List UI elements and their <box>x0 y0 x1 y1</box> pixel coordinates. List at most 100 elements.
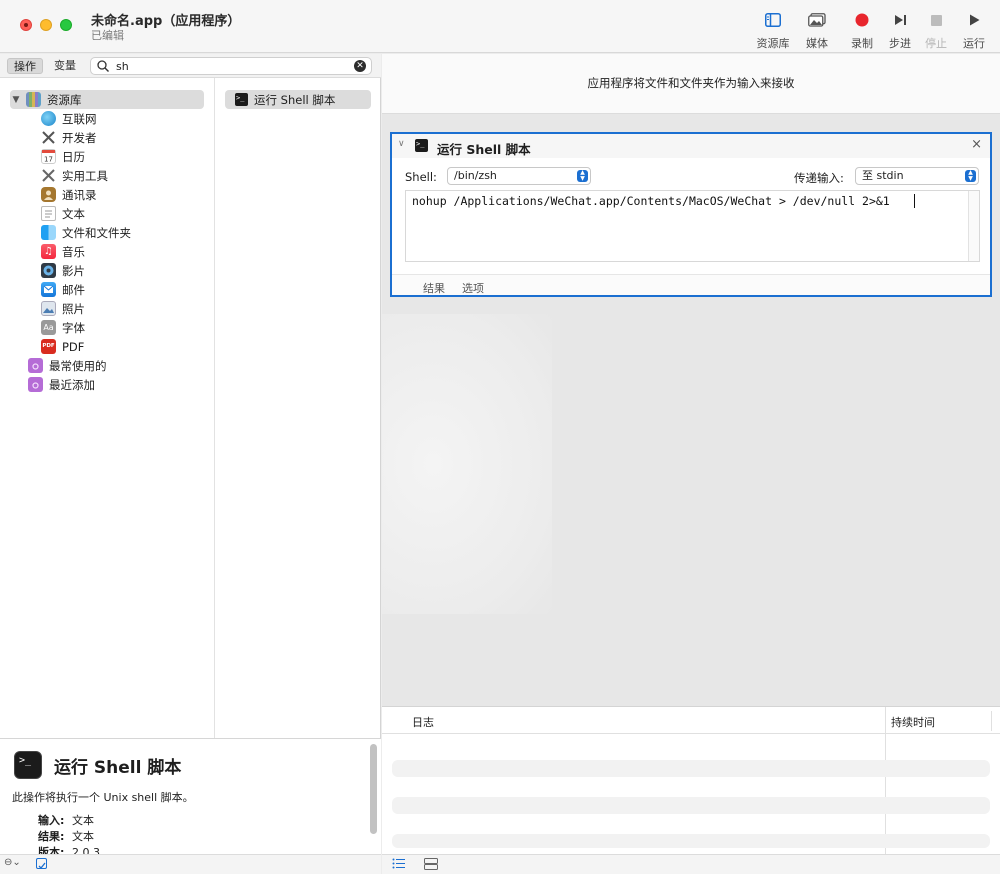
stop-icon <box>922 10 950 30</box>
fonts-icon: Aa <box>41 320 56 335</box>
globe-icon <box>41 111 56 126</box>
more-options-icon[interactable]: ⊖⌄ <box>4 857 21 868</box>
library-toolbar: 操作 变量 sh ✕ <box>0 54 381 78</box>
library-item-developer[interactable]: 开发者 <box>41 128 211 147</box>
record-toolbar-button[interactable]: 录制 <box>848 10 876 51</box>
library-pane: 操作 变量 sh ✕ ▼ 资源库 互联网 开发者 17 日历 实用工具 通讯录 … <box>0 54 381 874</box>
title-bar: 未命名.app（应用程序） 已编辑 资源库 媒体 录制 步进 停止 运行 <box>0 0 1000 53</box>
library-item-files[interactable]: 文件和文件夹 <box>41 223 211 242</box>
run-shell-script-action[interactable]: ∨ >_ 运行 Shell 脚本 × Shell: /bin/zsh ▲ ▼ 传递… <box>390 132 992 297</box>
list-view-icon[interactable] <box>392 858 405 872</box>
terminal-icon: >_ <box>235 93 248 106</box>
contacts-icon <box>41 187 56 202</box>
actions-tab[interactable]: 操作 <box>7 58 43 74</box>
description-toggle-icon[interactable] <box>36 858 47 869</box>
search-icon <box>97 60 109 75</box>
chevron-down-icon[interactable]: ∨ <box>398 139 405 149</box>
terminal-icon: >_ <box>14 751 42 779</box>
media-toolbar-button[interactable]: 媒体 <box>802 10 832 51</box>
library-item-calendar[interactable]: 17 日历 <box>41 147 211 166</box>
mail-icon <box>41 282 56 297</box>
description-result: 结果: 文本 <box>38 830 94 843</box>
log-header: 日志 持续时间 <box>382 707 1000 734</box>
clear-search-icon[interactable]: ✕ <box>354 60 366 72</box>
library-item-text[interactable]: 文本 <box>41 204 211 223</box>
close-icon[interactable]: × <box>971 137 982 152</box>
library-icon <box>26 92 41 107</box>
terminal-icon: >_ <box>415 139 428 152</box>
duration-column-header[interactable]: 持续时间 <box>891 714 935 730</box>
action-footer: 结果 选项 <box>392 274 990 295</box>
library-item-movies[interactable]: 影片 <box>41 261 211 280</box>
smart-group-most-used[interactable]: 最常使用的 <box>28 356 211 375</box>
split-view-icon[interactable] <box>424 858 438 873</box>
popup-arrows-icon: ▲ ▼ <box>577 170 588 182</box>
minimize-window-button[interactable] <box>40 19 52 31</box>
shell-label: Shell: <box>405 170 437 184</box>
text-document-icon <box>41 206 56 221</box>
log-pane: 日志 持续时间 <box>382 706 1000 855</box>
action-header: ∨ >_ 运行 Shell 脚本 × <box>392 134 990 158</box>
library-item-utilities[interactable]: 实用工具 <box>41 166 211 185</box>
workflow-bottom-bar <box>382 854 1000 874</box>
library-root-item[interactable]: ▼ 资源库 <box>10 90 204 109</box>
zoom-window-button[interactable] <box>60 19 72 31</box>
script-text[interactable]: nohup /Applications/WeChat.app/Contents/… <box>412 194 890 208</box>
smart-folder-icon <box>28 377 43 392</box>
tab-results[interactable]: 结果 <box>423 280 445 296</box>
search-input[interactable]: sh <box>116 60 129 73</box>
action-item-run-shell-script[interactable]: >_ 运行 Shell 脚本 <box>225 90 371 109</box>
stop-toolbar-button[interactable]: 停止 <box>922 10 950 51</box>
calendar-icon: 17 <box>41 149 56 164</box>
music-icon: ♫ <box>41 244 56 259</box>
script-editor[interactable]: nohup /Applications/WeChat.app/Contents/… <box>405 190 980 262</box>
workflow-area[interactable]: 应用程序将文件和文件夹作为输入来接收 ∨ >_ 运行 Shell 脚本 × Sh… <box>382 54 1000 706</box>
chevron-down-icon[interactable]: ▼ <box>10 95 22 105</box>
search-field[interactable]: sh ✕ <box>90 57 372 75</box>
utilities-icon <box>41 168 56 183</box>
run-toolbar-button[interactable]: 运行 <box>960 10 988 51</box>
photos-icon <box>41 301 56 316</box>
record-icon <box>848 10 876 30</box>
action-title: 运行 Shell 脚本 <box>437 142 531 157</box>
tab-options[interactable]: 选项 <box>462 280 484 296</box>
library-item-mail[interactable]: 邮件 <box>41 280 211 299</box>
media-icon <box>802 10 832 30</box>
svg-text:17: 17 <box>44 156 53 164</box>
log-column-header[interactable]: 日志 <box>412 714 434 730</box>
window-subtitle: 已编辑 <box>91 29 124 42</box>
library-list: ▼ 资源库 互联网 开发者 17 日历 实用工具 通讯录 文本 文件和文件夹 ♫… <box>0 78 215 738</box>
smart-group-recently-added[interactable]: 最近添加 <box>28 375 211 394</box>
library-item-pdf[interactable]: PDF PDF <box>41 337 211 356</box>
script-scrollbar[interactable] <box>968 191 979 261</box>
log-row <box>392 834 990 848</box>
library-item-music[interactable]: ♫ 音乐 <box>41 242 211 261</box>
log-row <box>392 797 990 814</box>
description-title: 运行 Shell 脚本 <box>54 758 182 778</box>
popup-arrows-icon: ▲ ▼ <box>965 170 976 182</box>
developer-tools-icon <box>41 130 56 145</box>
library-item-internet[interactable]: 互联网 <box>41 109 211 128</box>
smart-folder-icon <box>28 358 43 373</box>
description-scrollbar[interactable] <box>370 744 377 834</box>
workflow-input-header: 应用程序将文件和文件夹作为输入来接收 <box>382 54 1000 114</box>
action-description: >_ 运行 Shell 脚本 此操作将执行一个 Unix shell 脚本。 输… <box>0 738 381 859</box>
variables-tab[interactable]: 变量 <box>48 58 82 74</box>
play-icon <box>960 10 988 30</box>
description-input: 输入: 文本 <box>38 814 94 827</box>
library-item-contacts[interactable]: 通讯录 <box>41 185 211 204</box>
step-toolbar-button[interactable]: 步进 <box>886 10 914 51</box>
library-toolbar-button[interactable]: 资源库 <box>755 10 791 51</box>
library-icon <box>755 10 791 30</box>
pass-input-popup[interactable]: 至 stdin ▲ ▼ <box>855 167 979 185</box>
pdf-icon: PDF <box>41 339 56 354</box>
actions-list: >_ 运行 Shell 脚本 <box>216 78 381 738</box>
library-item-fonts[interactable]: Aa 字体 <box>41 318 211 337</box>
shell-popup[interactable]: /bin/zsh ▲ ▼ <box>447 167 591 185</box>
finder-icon <box>41 225 56 240</box>
step-icon <box>886 10 914 30</box>
description-text: 此操作将执行一个 Unix shell 脚本。 <box>12 791 194 804</box>
log-row <box>392 760 990 777</box>
close-window-button[interactable] <box>20 19 32 31</box>
library-item-photos[interactable]: 照片 <box>41 299 211 318</box>
